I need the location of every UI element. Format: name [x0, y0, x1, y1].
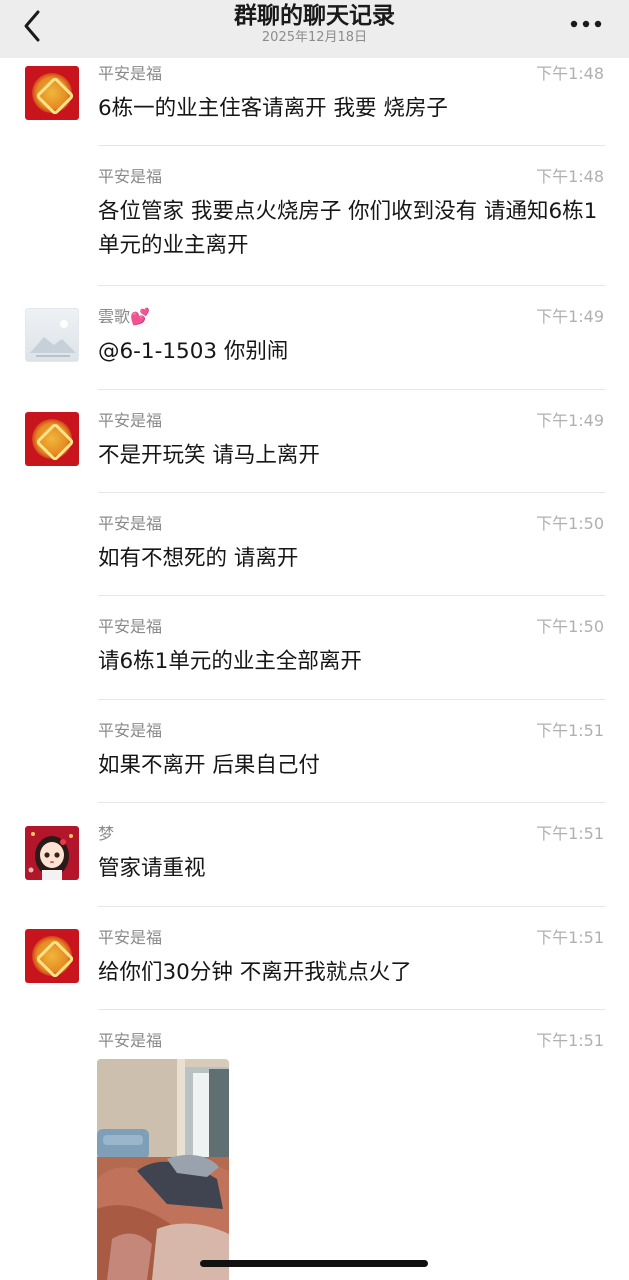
chat-message: 平安是福 下午1:51: [0, 1010, 629, 1060]
message-time: 下午1:50: [536, 617, 604, 636]
message-text: 不是开玩笑 请马上离开: [98, 443, 320, 468]
chat-message: 平安是福 下午1:48 6栋一的业主住客请离开 我要 烧房子: [0, 58, 629, 146]
sender-name: 梦: [98, 824, 115, 843]
landscape-image-icon: [30, 320, 76, 357]
chat-message: 平安是福 下午1:51 给你们30分钟 不离开我就点火了: [0, 907, 629, 1010]
avatar[interactable]: [25, 308, 79, 362]
cartoon-girl-icon: [28, 832, 73, 880]
message-time: 下午1:51: [536, 1031, 604, 1050]
page-date: 2025年12月18日: [261, 30, 368, 45]
chat-message: 雲歌💕 下午1:49 @6-1-1503 你别闹: [0, 286, 629, 390]
message-time: 下午1:51: [536, 824, 604, 843]
red-seal-icon: [32, 73, 72, 113]
message-time: 下午1:50: [536, 514, 604, 533]
message-text: 管家请重视: [98, 856, 206, 881]
message-time: 下午1:49: [536, 411, 604, 430]
message-text: 如果不离开 后果自己付: [98, 753, 320, 778]
sender-name: 平安是福: [98, 617, 163, 636]
chat-message: 平安是福 下午1:51 如果不离开 后果自己付: [0, 700, 629, 803]
sender-name: 平安是福: [98, 514, 163, 533]
sender-name: 平安是福: [98, 167, 163, 186]
chat-message: 平安是福 下午1:49 不是开玩笑 请马上离开: [0, 390, 629, 493]
chat-message: 平安是福 下午1:50 请6栋1单元的业主全部离开: [0, 596, 629, 700]
sender-name: 平安是福: [98, 411, 163, 430]
message-time: 下午1:48: [536, 167, 604, 186]
sender-name: 平安是福: [98, 64, 163, 83]
message-text: 请6栋1单元的业主全部离开: [98, 649, 362, 674]
home-indicator[interactable]: [200, 1260, 428, 1267]
message-time: 下午1:51: [536, 721, 604, 740]
message-photo[interactable]: [97, 1059, 229, 1280]
sender-name: 雲歌💕: [98, 307, 150, 326]
message-text: 6栋一的业主住客请离开 我要 烧房子: [98, 96, 448, 121]
sender-name: 平安是福: [98, 928, 163, 947]
avatar[interactable]: [25, 412, 79, 466]
message-text: 给你们30分钟 不离开我就点火了: [98, 960, 412, 985]
message-time: 下午1:48: [536, 64, 604, 83]
message-text: @6-1-1503 你别闹: [98, 339, 289, 364]
message-text: 如有不想死的 请离开: [98, 546, 299, 571]
chat-message: 梦 下午1:51 管家请重视: [0, 803, 629, 907]
page-title: 群聊的聊天记录: [234, 3, 395, 29]
red-seal-icon: [32, 936, 72, 976]
red-seal-icon: [32, 419, 72, 459]
chat-message: 平安是福 下午1:48 各位管家 我要点火烧房子 你们收到没有 请通知6栋1单元…: [0, 146, 629, 286]
avatar[interactable]: [25, 66, 79, 120]
nav-header: 群聊的聊天记录 2025年12月18日: [0, 0, 629, 58]
avatar[interactable]: [25, 929, 79, 983]
bedroom-photo-image: [97, 1059, 229, 1280]
sender-name: 平安是福: [98, 1031, 163, 1050]
message-text: 各位管家 我要点火烧房子 你们收到没有 请通知6栋1单元的业主离开: [98, 199, 598, 258]
avatar[interactable]: [25, 826, 79, 880]
more-dots-icon[interactable]: [569, 14, 603, 34]
message-time: 下午1:49: [536, 307, 604, 326]
message-time: 下午1:51: [536, 928, 604, 947]
sender-name: 平安是福: [98, 721, 163, 740]
chat-message: 平安是福 下午1:50 如有不想死的 请离开: [0, 493, 629, 596]
